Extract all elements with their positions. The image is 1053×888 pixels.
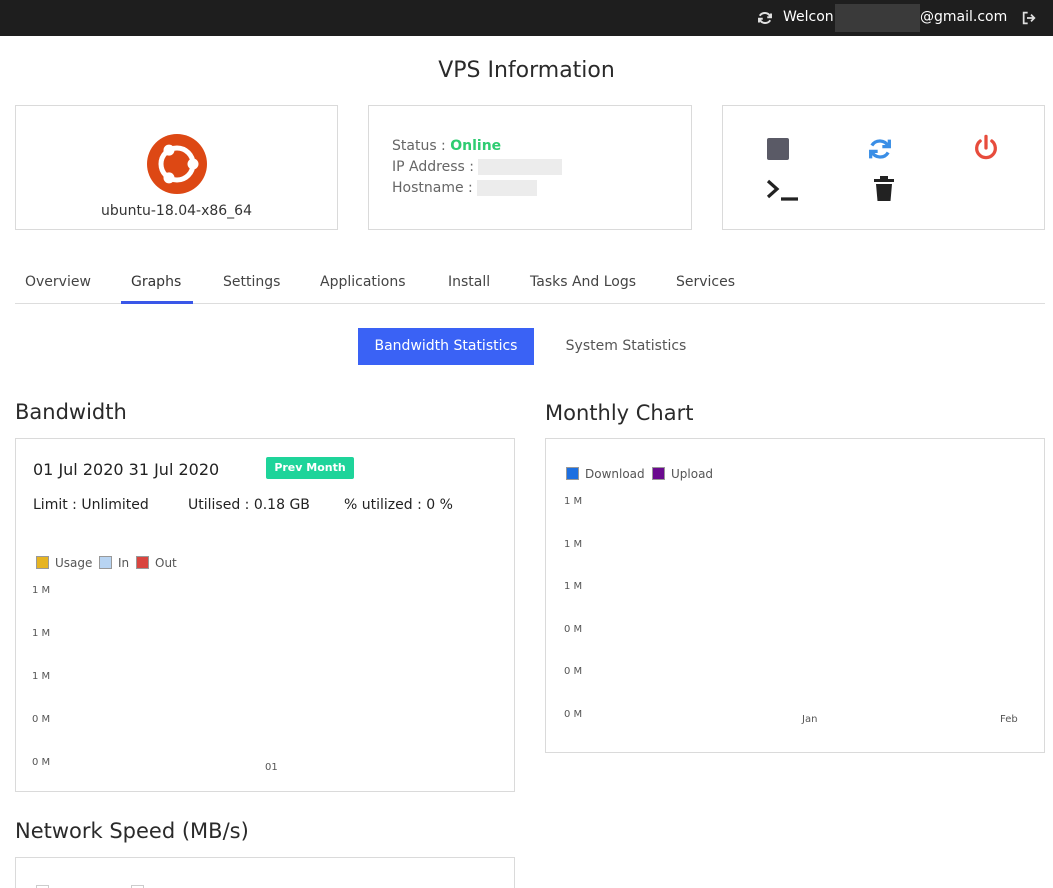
y-tick: 1 M: [32, 671, 51, 682]
utilised-text: Utilised : 0.18 GB: [188, 497, 310, 513]
utilized-percent-text: % utilized : 0 %: [344, 497, 453, 513]
ubuntu-logo-icon: [147, 134, 207, 194]
tab-overview[interactable]: Overview: [25, 274, 91, 290]
stop-icon[interactable]: [766, 137, 790, 161]
y-tick: 0 M: [564, 624, 583, 635]
usage-swatch: [36, 556, 49, 569]
hostname-row: Hostname :: [392, 180, 538, 196]
legend-upload[interactable]: Upload: [652, 467, 713, 481]
legend-usage-label: Usage: [55, 556, 93, 570]
system-statistics-button[interactable]: System Statistics: [556, 328, 696, 365]
y-tick: 0 M: [564, 666, 583, 677]
tab-graphs[interactable]: Graphs: [131, 274, 181, 290]
tab-applications[interactable]: Applications: [320, 274, 406, 290]
bandwidth-statistics-button[interactable]: Bandwidth Statistics: [358, 328, 534, 365]
status-value: Online: [450, 138, 502, 154]
welcome-text: Welcon: [783, 9, 834, 25]
limit-text: Limit : Unlimited: [33, 497, 149, 513]
network-speed-title: Network Speed (MB/s): [15, 819, 249, 843]
top-bar: Welcon @gmail.com: [0, 0, 1053, 36]
monthly-chart-card: Download Upload 1 M 1 M 1 M 0 M 0 M 0 M …: [545, 438, 1045, 753]
legend-upload-label: Upload: [671, 467, 714, 481]
tab-bar: Overview Graphs Settings Applications In…: [15, 268, 1045, 304]
y-tick: 1 M: [32, 585, 51, 596]
x-tick: Jan: [802, 714, 818, 725]
status-card: Status : Online IP Address : Hostname :: [368, 105, 692, 230]
legend-usage[interactable]: Usage: [36, 556, 92, 570]
y-tick: 1 M: [32, 628, 51, 639]
redacted-ip: [478, 159, 563, 175]
download-swatch: [566, 467, 579, 480]
refresh-icon[interactable]: [756, 9, 774, 27]
prev-month-button[interactable]: Prev Month: [266, 457, 354, 479]
redacted-username: [835, 4, 920, 32]
status-row: Status : Online: [392, 138, 501, 154]
logout-icon[interactable]: [1021, 10, 1037, 26]
x-tick: Feb: [1000, 714, 1018, 725]
tab-settings[interactable]: Settings: [223, 274, 280, 290]
legend-in[interactable]: In: [99, 556, 129, 570]
y-tick: 0 M: [32, 714, 51, 725]
os-card: ubuntu-18.04-x86_64: [15, 105, 338, 230]
legend-download[interactable]: Download: [566, 467, 645, 481]
power-icon[interactable]: [972, 134, 1000, 162]
tab-install[interactable]: Install: [448, 274, 490, 290]
upload-swatch: [652, 467, 665, 480]
redacted-hostname: [477, 180, 538, 196]
ip-row: IP Address :: [392, 159, 563, 175]
y-tick: 1 M: [564, 539, 583, 550]
terminal-icon[interactable]: [765, 178, 799, 202]
hostname-label: Hostname :: [392, 180, 478, 196]
tab-tasks-and-logs[interactable]: Tasks And Logs: [530, 274, 636, 290]
in-swatch: [99, 556, 112, 569]
tab-services[interactable]: Services: [676, 274, 735, 290]
status-label: Status :: [392, 138, 451, 154]
out-swatch: [136, 556, 149, 569]
y-tick: 1 M: [564, 496, 583, 507]
active-tab-indicator: [121, 301, 193, 304]
legend-in-label: In: [118, 556, 130, 570]
actions-card: [722, 105, 1045, 230]
y-tick: 1 M: [564, 581, 583, 592]
restart-icon[interactable]: [866, 135, 894, 163]
date-range: 01 Jul 2020 31 Jul 2020: [33, 460, 220, 479]
trash-icon[interactable]: [872, 176, 896, 202]
network-speed-card: [15, 857, 515, 888]
bandwidth-title: Bandwidth: [15, 400, 127, 424]
user-email: @gmail.com: [920, 9, 1008, 25]
page-title: VPS Information: [438, 58, 615, 83]
y-tick: 0 M: [32, 757, 51, 768]
legend-download-label: Download: [585, 467, 645, 481]
os-name: ubuntu-18.04-x86_64: [101, 203, 252, 219]
x-tick: 01: [265, 762, 278, 773]
monthly-chart-title: Monthly Chart: [545, 401, 694, 425]
ip-label: IP Address :: [392, 159, 479, 175]
legend-out[interactable]: Out: [136, 556, 177, 570]
bandwidth-card: 01 Jul 2020 31 Jul 2020 Prev Month Limit…: [15, 438, 515, 792]
legend-out-label: Out: [155, 556, 177, 570]
y-tick: 0 M: [564, 709, 583, 720]
